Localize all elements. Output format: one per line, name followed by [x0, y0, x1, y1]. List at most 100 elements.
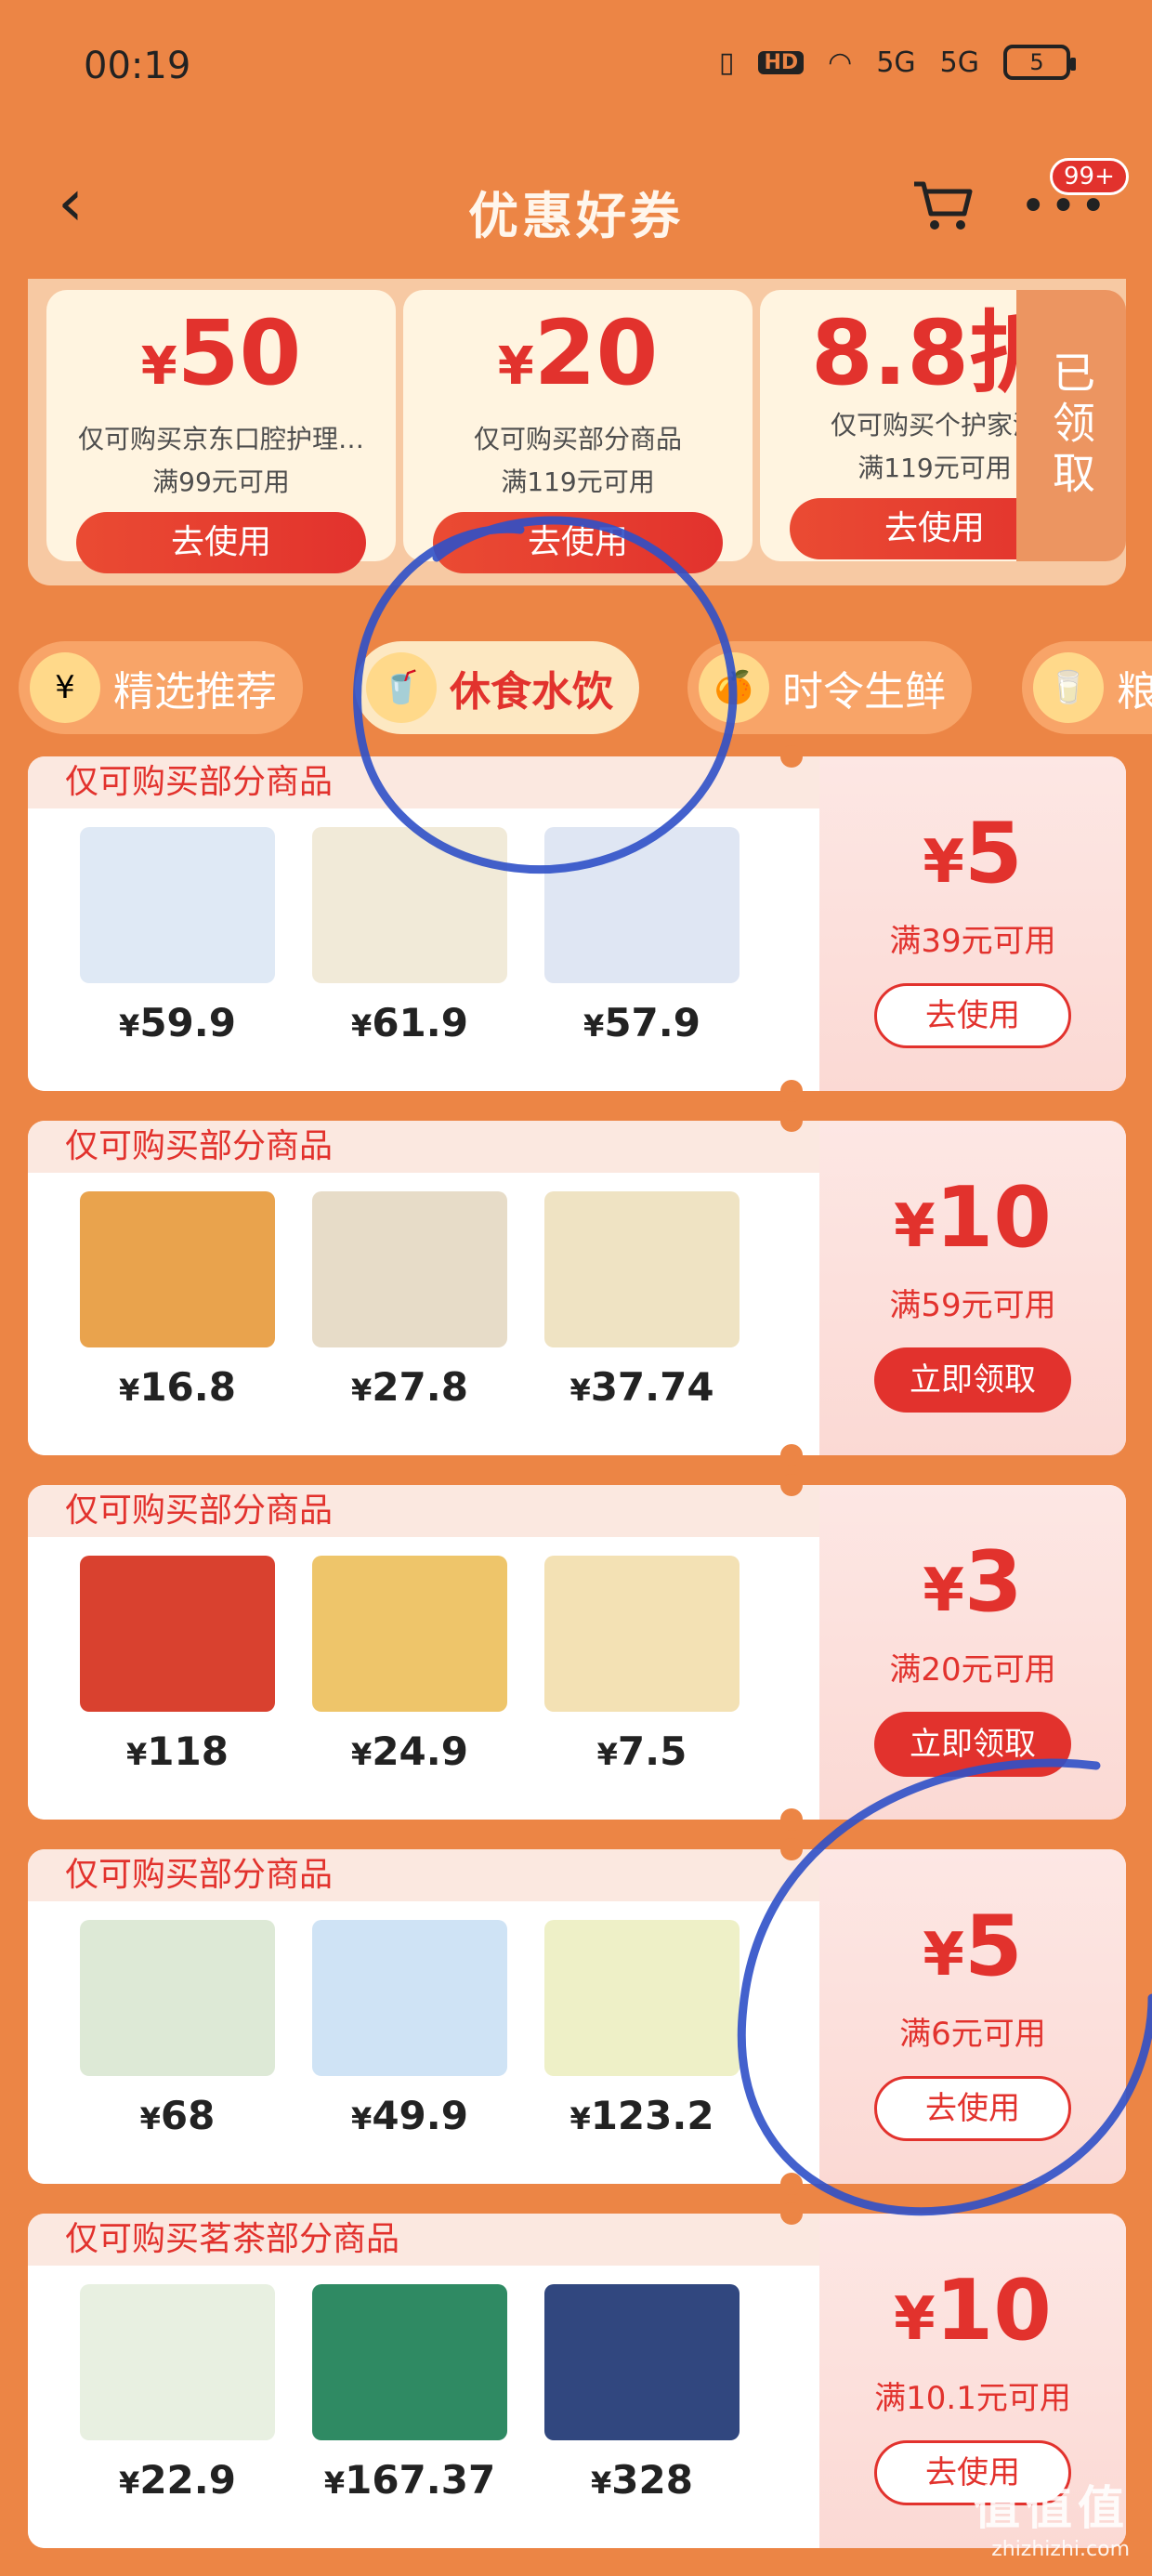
- top-coupon-cond: 满119元可用: [501, 467, 655, 497]
- product-image: [80, 827, 275, 983]
- product-image: [80, 1556, 275, 1712]
- coupon-icon: ¥: [30, 652, 100, 723]
- fruit-icon: 🍊: [699, 652, 769, 723]
- page-title: 优惠好券: [468, 187, 684, 245]
- top-coupon-amount: ¥20: [497, 301, 659, 405]
- claim-button[interactable]: 立即领取: [874, 1347, 1071, 1413]
- coupon-card: 仅可购买部分商品 ¥16.8 ¥27.8 ¥37.74 ¥10 满59元可用 立…: [28, 1121, 1126, 1455]
- product-item[interactable]: ¥118: [61, 1537, 294, 1774]
- tab-label: 休食水饮: [450, 668, 613, 716]
- header: ‹ 优惠好券 ••• 99+: [0, 149, 1152, 269]
- coupon-condition: 满39元可用: [889, 923, 1056, 960]
- coupon-amount: ¥3: [923, 1533, 1023, 1631]
- coupon-amount: ¥5: [923, 1898, 1023, 1995]
- product-image: [312, 1920, 507, 2076]
- top-coupon-desc: 仅可购买部分商品: [473, 424, 682, 454]
- card-notch: [780, 1110, 803, 1132]
- coupon-condition: 满59元可用: [889, 1287, 1056, 1324]
- product-item[interactable]: ¥61.9: [294, 808, 526, 1045]
- tab-featured[interactable]: ¥ 精选推荐: [19, 641, 303, 734]
- claim-button[interactable]: 立即领取: [874, 1712, 1071, 1777]
- product-list: ¥118 ¥24.9 ¥7.5: [28, 1537, 819, 1820]
- product-item[interactable]: ¥123.2: [526, 1901, 758, 2138]
- card-notch: [780, 745, 803, 768]
- product-item[interactable]: ¥49.9: [294, 1901, 526, 2138]
- drink-icon: 🥤: [366, 652, 437, 723]
- product-price: ¥123.2: [569, 2093, 714, 2138]
- tab-snacks-drinks[interactable]: 🥤 休食水饮: [355, 641, 639, 734]
- product-image: [80, 1920, 275, 2076]
- use-button[interactable]: 去使用: [76, 512, 366, 573]
- coupon-card: 仅可购买部分商品 ¥118 ¥24.9 ¥7.5 ¥3 满20元可用 立即领取: [28, 1485, 1126, 1820]
- product-item[interactable]: ¥37.74: [526, 1173, 758, 1410]
- top-coupons-panel: ¥50 仅可购买京东口腔护理… 满99元可用 去使用 ¥20 仅可购买部分商品 …: [28, 279, 1126, 585]
- product-price: ¥37.74: [569, 1364, 714, 1410]
- coupon-amount: ¥5: [923, 805, 1023, 902]
- use-button[interactable]: 去使用: [874, 2076, 1071, 2141]
- product-image: [312, 827, 507, 983]
- product-item[interactable]: ¥7.5: [526, 1537, 758, 1774]
- product-item[interactable]: ¥24.9: [294, 1537, 526, 1774]
- coupon-amount: ¥10: [894, 1169, 1052, 1267]
- product-price: ¥7.5: [596, 1728, 687, 1774]
- battery-icon: 5: [1003, 45, 1076, 80]
- product-price: ¥27.8: [351, 1364, 468, 1410]
- cart-icon[interactable]: [910, 177, 975, 232]
- vibrate-icon: ▯: [718, 46, 735, 79]
- coupon-scope: 仅可购买部分商品: [28, 1485, 819, 1537]
- product-price: ¥61.9: [351, 1000, 468, 1045]
- use-button[interactable]: 去使用: [874, 983, 1071, 1048]
- product-item[interactable]: ¥22.9: [61, 2266, 294, 2503]
- watermark-logo: 值值值: [974, 2481, 1130, 2535]
- product-price: ¥24.9: [351, 1728, 468, 1774]
- coupon-value-panel: ¥3 满20元可用 立即领取: [819, 1485, 1126, 1820]
- card-notch: [780, 2173, 803, 2195]
- coupon-card: 仅可购买部分商品 ¥68 ¥49.9 ¥123.2 ¥5 满6元可用 去使用: [28, 1849, 1126, 2184]
- product-price: ¥16.8: [119, 1364, 236, 1410]
- product-image: [312, 1191, 507, 1347]
- tab-grain[interactable]: 🥛 粮: [1022, 641, 1152, 734]
- signal-5g-icon: 5G: [876, 46, 916, 79]
- product-price: ¥57.9: [583, 1000, 700, 1045]
- product-price: ¥22.9: [119, 2457, 236, 2503]
- product-image: [544, 827, 740, 983]
- product-image: [544, 1191, 740, 1347]
- signal-5g-icon-2: 5G: [939, 46, 979, 79]
- tab-label: 精选推荐: [113, 668, 277, 716]
- received-coupons-tab[interactable]: 已领取: [1016, 290, 1126, 561]
- product-price: ¥328: [591, 2457, 693, 2503]
- coupon-value-panel: ¥5 满6元可用 去使用: [819, 1849, 1126, 2184]
- product-image: [544, 1920, 740, 2076]
- grain-icon: 🥛: [1033, 652, 1104, 723]
- product-image: [312, 1556, 507, 1712]
- coupon-value-panel: ¥5 满39元可用 去使用: [819, 756, 1126, 1091]
- product-item[interactable]: ¥68: [61, 1901, 294, 2138]
- coupon-scope: 仅可购买部分商品: [28, 1849, 819, 1901]
- product-item[interactable]: ¥167.37: [294, 2266, 526, 2503]
- product-image: [80, 2284, 275, 2440]
- product-price: ¥167.37: [323, 2457, 496, 2503]
- tab-label: 时令生鲜: [782, 668, 946, 716]
- product-item[interactable]: ¥57.9: [526, 808, 758, 1045]
- product-item[interactable]: ¥59.9: [61, 808, 294, 1045]
- product-image: [544, 2284, 740, 2440]
- card-notch: [780, 1838, 803, 1860]
- product-price: ¥49.9: [351, 2093, 468, 2138]
- top-coupon-1: ¥50 仅可购买京东口腔护理… 满99元可用 去使用: [46, 290, 396, 573]
- category-tabs: ¥ 精选推荐 🥤 休食水饮 🍊 时令生鲜 🥛 粮: [0, 641, 1152, 734]
- status-time: 00:19: [84, 45, 191, 87]
- top-coupon-desc: 仅可购买京东口腔护理…: [77, 424, 364, 454]
- product-price: ¥118: [126, 1728, 229, 1774]
- product-item[interactable]: ¥27.8: [294, 1173, 526, 1410]
- coupon-condition: 满10.1元可用: [874, 2380, 1071, 2417]
- product-list: ¥22.9 ¥167.37 ¥328: [28, 2266, 819, 2548]
- watermark: 值值值 zhizhizhi.com: [974, 2471, 1130, 2561]
- coupon-scope: 仅可购买茗茶部分商品: [28, 2214, 819, 2266]
- product-item[interactable]: ¥16.8: [61, 1173, 294, 1410]
- product-item[interactable]: ¥328: [526, 2266, 758, 2503]
- tab-fresh[interactable]: 🍊 时令生鲜: [687, 641, 972, 734]
- hd-icon: HD: [758, 50, 805, 74]
- top-coupon-2: ¥20 仅可购买部分商品 满119元可用 去使用: [403, 290, 753, 573]
- use-button[interactable]: 去使用: [433, 512, 723, 573]
- card-notch: [780, 1808, 803, 1831]
